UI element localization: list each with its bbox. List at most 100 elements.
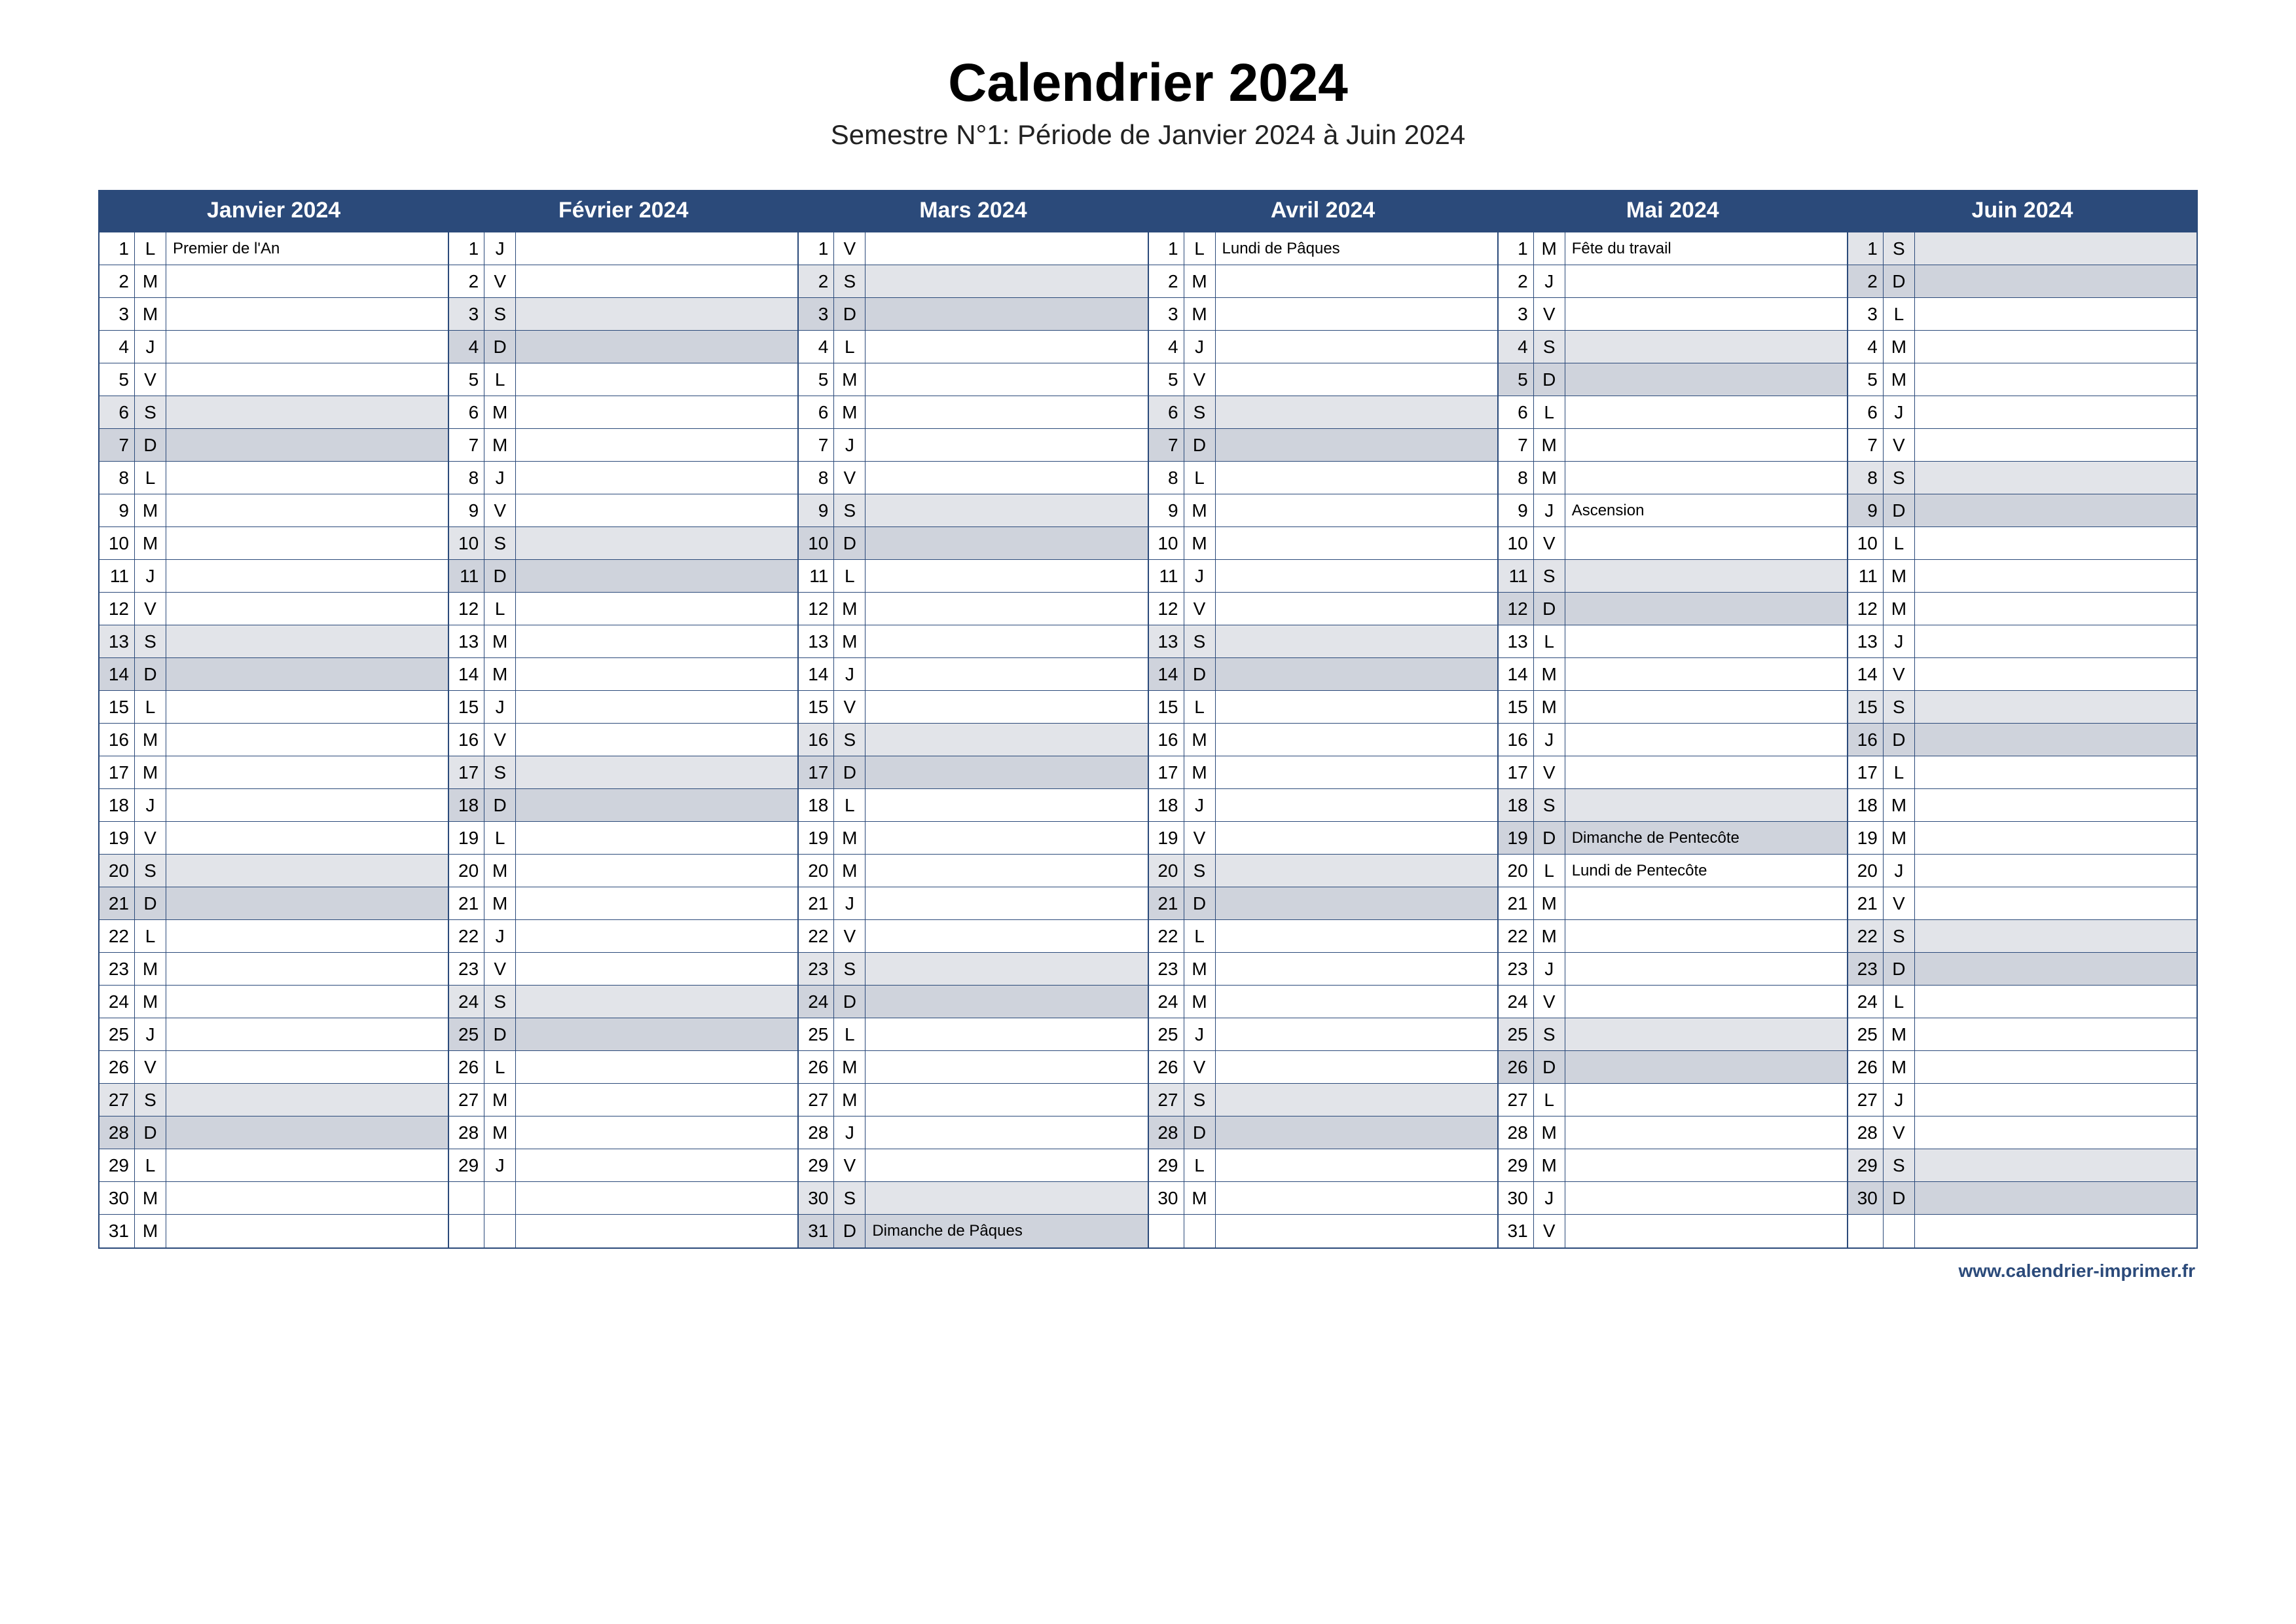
- day-number: 5: [449, 363, 484, 396]
- day-number: 8: [449, 462, 484, 494]
- day-of-week: M: [1884, 822, 1915, 854]
- day-number: 6: [1149, 396, 1184, 428]
- day-number: 6: [799, 396, 834, 428]
- day-of-week: M: [834, 855, 866, 887]
- day-note: [866, 396, 1147, 428]
- day-of-week: L: [1184, 691, 1216, 723]
- day-note: [516, 298, 797, 330]
- day-of-week: M: [1184, 756, 1216, 788]
- day-row: 16V: [449, 724, 797, 756]
- day-row: 18J: [1149, 789, 1497, 822]
- day-number: 29: [799, 1149, 834, 1181]
- day-of-week: S: [135, 855, 166, 887]
- day-row: 25J: [1149, 1018, 1497, 1051]
- day-note: [866, 232, 1147, 265]
- day-number: 1: [449, 232, 484, 265]
- day-number: 21: [449, 887, 484, 919]
- day-of-week: S: [834, 724, 866, 756]
- day-note: [1216, 1182, 1497, 1214]
- day-of-week: M: [135, 1182, 166, 1214]
- day-of-week: D: [1534, 822, 1565, 854]
- day-number: [449, 1182, 484, 1214]
- day-number: 22: [449, 920, 484, 952]
- day-number: 14: [100, 658, 135, 690]
- day-note: [1915, 331, 2196, 363]
- day-of-week: L: [1884, 298, 1915, 330]
- day-row: 23M: [1149, 953, 1497, 986]
- day-of-week: M: [1184, 1182, 1216, 1214]
- day-row: 4M: [1848, 331, 2196, 363]
- day-row: 3M: [100, 298, 448, 331]
- day-note: [516, 429, 797, 461]
- day-row: 3D: [799, 298, 1147, 331]
- day-number: 31: [799, 1215, 834, 1247]
- day-note: [1216, 724, 1497, 756]
- day-note: [516, 822, 797, 854]
- day-row: 28M: [1499, 1116, 1847, 1149]
- day-note: [1216, 265, 1497, 297]
- day-number: 13: [1848, 625, 1884, 657]
- day-of-week: D: [1184, 429, 1216, 461]
- day-note: [1216, 1018, 1497, 1050]
- day-of-week: S: [135, 1084, 166, 1116]
- day-of-week: J: [1884, 1084, 1915, 1116]
- day-number: 30: [799, 1182, 834, 1214]
- day-row: 16D: [1848, 724, 2196, 756]
- day-row: 31DDimanche de Pâques: [799, 1215, 1147, 1247]
- day-note: [1565, 1116, 1847, 1149]
- day-note: [166, 1182, 448, 1214]
- day-of-week: L: [1534, 1084, 1565, 1116]
- day-number: 28: [1499, 1116, 1534, 1149]
- day-row: 14D: [100, 658, 448, 691]
- day-number: 21: [1499, 887, 1534, 919]
- day-number: 25: [1848, 1018, 1884, 1050]
- day-of-week: S: [1884, 1149, 1915, 1181]
- day-of-week: D: [1884, 1182, 1915, 1214]
- day-of-week: S: [484, 527, 516, 559]
- day-row: 19M: [799, 822, 1147, 855]
- day-number: 24: [1149, 986, 1184, 1018]
- month-header: Janvier 2024: [100, 191, 448, 232]
- day-note: [866, 298, 1147, 330]
- day-note: [1915, 887, 2196, 919]
- day-note: [866, 986, 1147, 1018]
- day-note: Premier de l'An: [166, 232, 448, 265]
- day-note: [1216, 855, 1497, 887]
- day-number: 29: [449, 1149, 484, 1181]
- day-row: 29L: [1149, 1149, 1497, 1182]
- day-of-week: D: [1184, 887, 1216, 919]
- day-of-week: J: [1534, 1182, 1565, 1214]
- day-number: 27: [1499, 1084, 1534, 1116]
- day-number: 12: [100, 593, 135, 625]
- day-of-week: M: [1884, 789, 1915, 821]
- day-row: 28V: [1848, 1116, 2196, 1149]
- day-of-week: J: [1534, 724, 1565, 756]
- day-of-week: M: [834, 822, 866, 854]
- day-row: 11J: [1149, 560, 1497, 593]
- day-row: 23J: [1499, 953, 1847, 986]
- day-row: 24L: [1848, 986, 2196, 1018]
- day-of-week: D: [484, 560, 516, 592]
- day-number: 25: [100, 1018, 135, 1050]
- day-row: 29L: [100, 1149, 448, 1182]
- day-number: 11: [799, 560, 834, 592]
- day-row: 17D: [799, 756, 1147, 789]
- day-number: [1149, 1215, 1184, 1247]
- day-of-week: J: [834, 429, 866, 461]
- day-of-week: J: [135, 331, 166, 363]
- day-row: 4D: [449, 331, 797, 363]
- day-row: 30J: [1499, 1182, 1847, 1215]
- day-row: 1LLundi de Pâques: [1149, 232, 1497, 265]
- day-row: 19V: [100, 822, 448, 855]
- day-note: [1915, 1018, 2196, 1050]
- day-row: 26M: [799, 1051, 1147, 1084]
- day-of-week: M: [1534, 658, 1565, 690]
- day-of-week: [1884, 1215, 1915, 1247]
- day-row: 3L: [1848, 298, 2196, 331]
- day-note: [1565, 1149, 1847, 1181]
- day-note: [1565, 887, 1847, 919]
- day-number: 7: [100, 429, 135, 461]
- day-number: 2: [1499, 265, 1534, 297]
- day-note: [1565, 1215, 1847, 1247]
- day-number: 27: [449, 1084, 484, 1116]
